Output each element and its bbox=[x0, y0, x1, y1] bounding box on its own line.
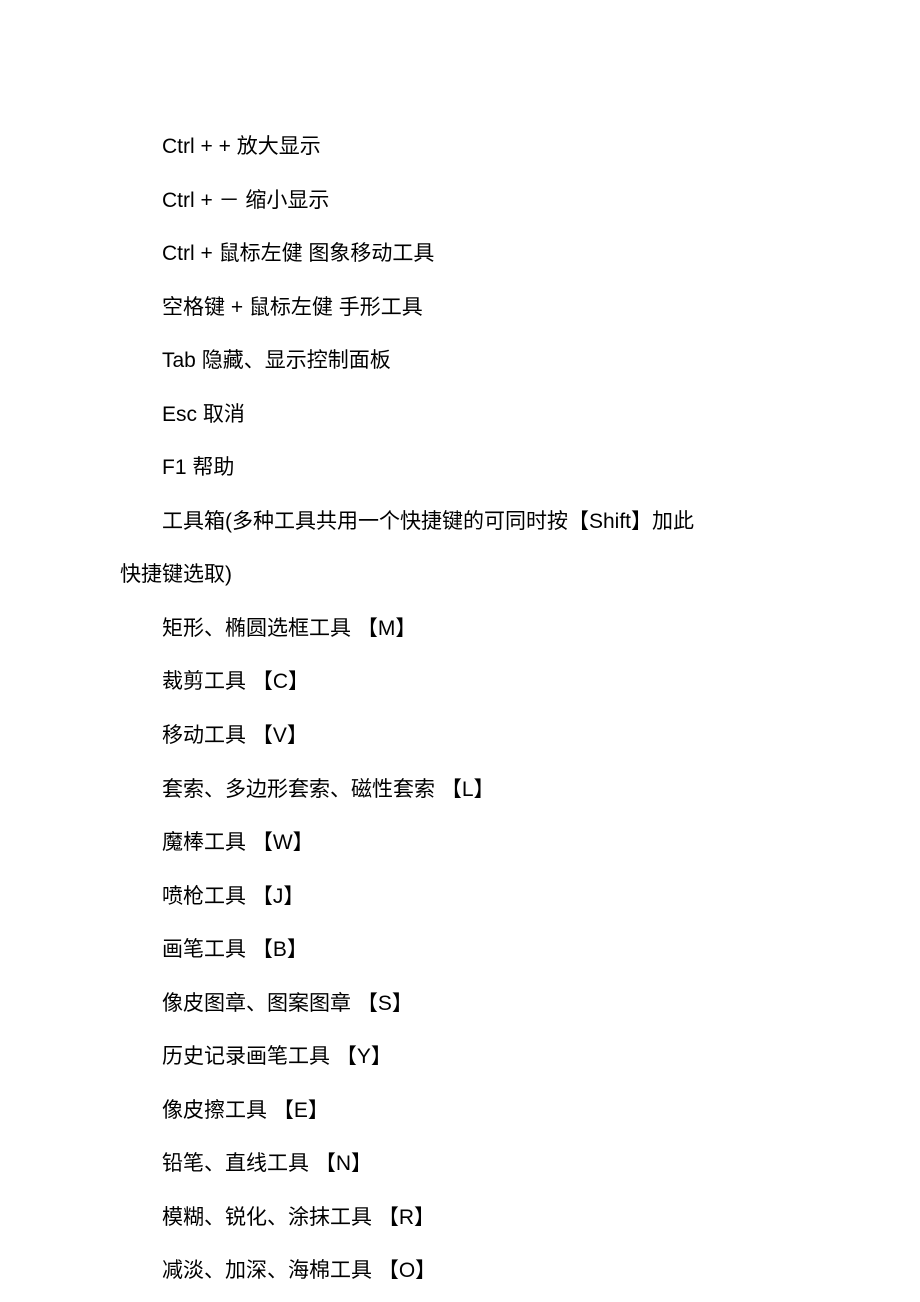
text-line: Ctrl + － 缩小显示 bbox=[120, 174, 800, 228]
text-line-wrap: 快捷键选取) bbox=[120, 548, 800, 602]
text-line: 模糊、锐化、涂抹工具 【R】 bbox=[120, 1191, 800, 1245]
text-line: 裁剪工具 【C】 bbox=[120, 655, 800, 709]
text-line: 像皮图章、图案图章 【S】 bbox=[120, 977, 800, 1031]
document-body: Ctrl + + 放大显示 Ctrl + － 缩小显示 Ctrl + 鼠标左健 … bbox=[120, 120, 800, 1298]
text-line: 减淡、加深、海棉工具 【O】 bbox=[120, 1244, 800, 1298]
text-line: 移动工具 【V】 bbox=[120, 709, 800, 763]
text-line: Ctrl + 鼠标左健 图象移动工具 bbox=[120, 227, 800, 281]
text-line: 喷枪工具 【J】 bbox=[120, 870, 800, 924]
text-line: 矩形、椭圆选框工具 【M】 bbox=[120, 602, 800, 656]
text-line: 历史记录画笔工具 【Y】 bbox=[120, 1030, 800, 1084]
text-line: 工具箱(多种工具共用一个快捷键的可同时按【Shift】加此 bbox=[120, 495, 800, 549]
text-line: 套索、多边形套索、磁性套索 【L】 bbox=[120, 763, 800, 817]
text-line: 铅笔、直线工具 【N】 bbox=[120, 1137, 800, 1191]
text-line: Esc 取消 bbox=[120, 388, 800, 442]
text-line: Tab 隐藏、显示控制面板 bbox=[120, 334, 800, 388]
text-line: 画笔工具 【B】 bbox=[120, 923, 800, 977]
text-line: 魔棒工具 【W】 bbox=[120, 816, 800, 870]
text-line: 空格键 + 鼠标左健 手形工具 bbox=[120, 281, 800, 335]
text-line: Ctrl + + 放大显示 bbox=[120, 120, 800, 174]
text-line: 像皮擦工具 【E】 bbox=[120, 1084, 800, 1138]
text-line: F1 帮助 bbox=[120, 441, 800, 495]
